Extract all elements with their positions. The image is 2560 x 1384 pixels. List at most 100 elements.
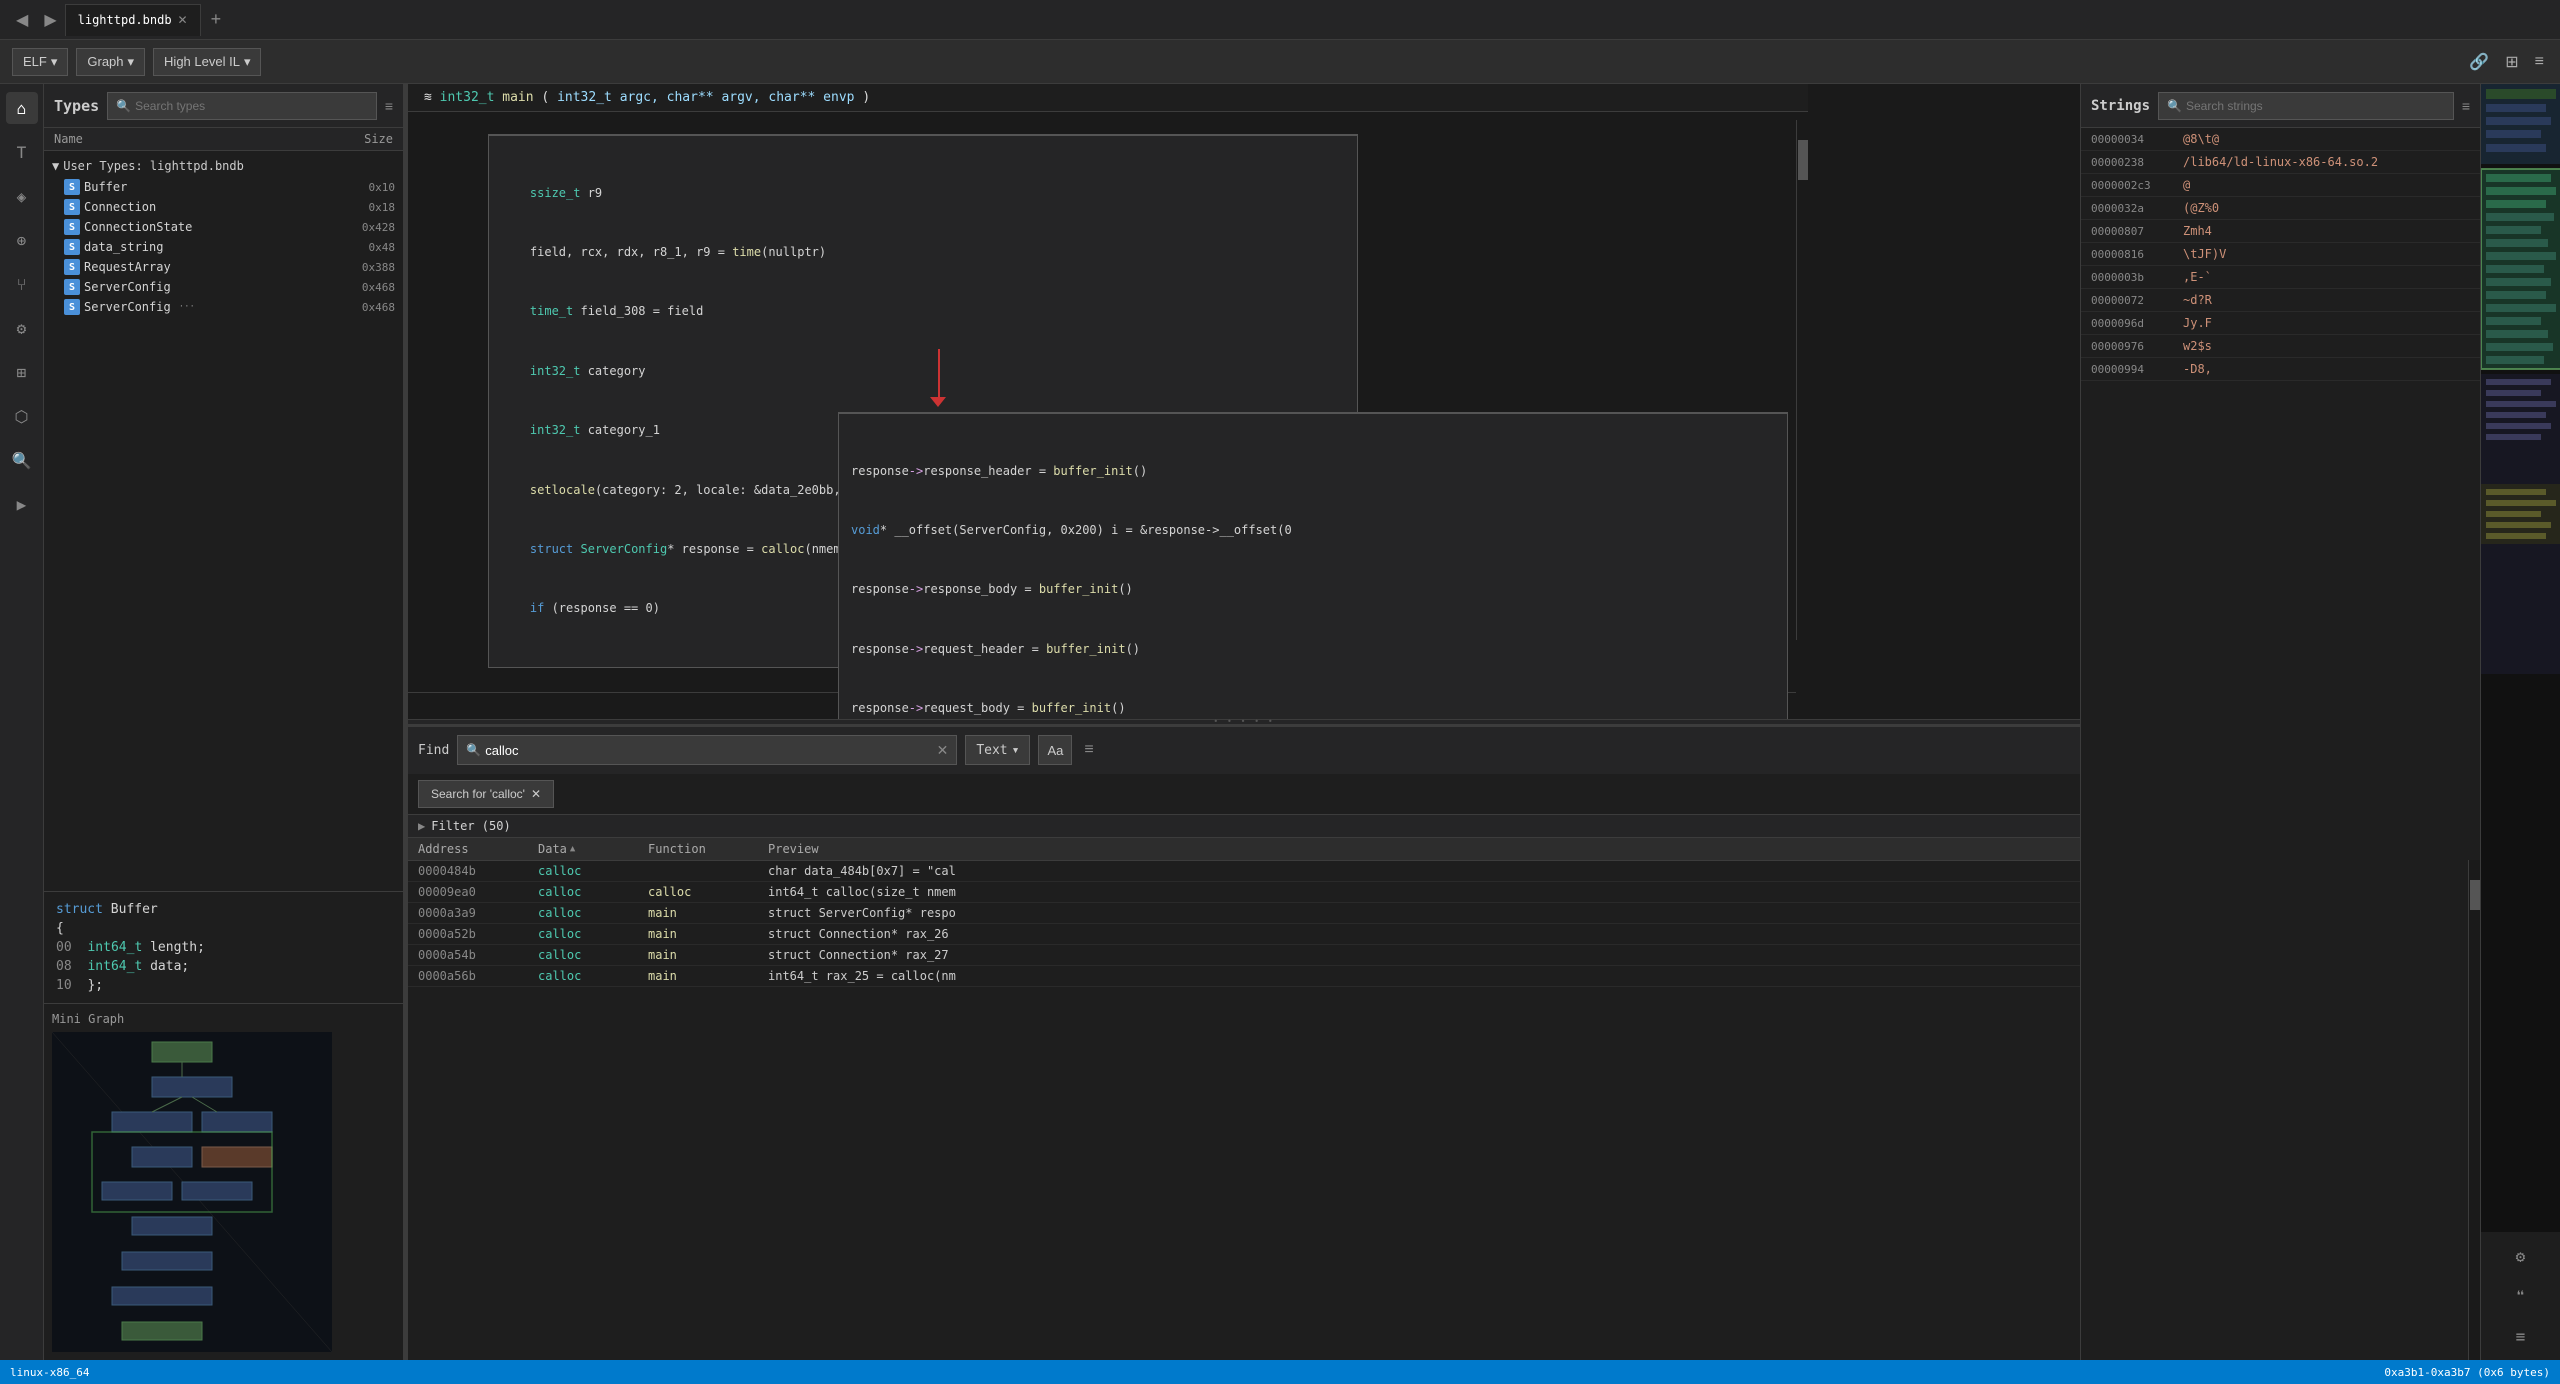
list-item[interactable]: 00000976 w2$s xyxy=(2081,335,2480,358)
table-row[interactable]: 00009ea0 calloc calloc int64_t calloc(si… xyxy=(408,882,2080,903)
result-preview: int64_t calloc(size_t nmem xyxy=(768,885,2070,899)
strings-search-icon: 🔍 xyxy=(2167,99,2182,113)
link-icon[interactable]: 🔗 xyxy=(2465,48,2493,76)
code-line: int32_t category xyxy=(501,362,1345,382)
scrollbar-thumb[interactable] xyxy=(1798,140,1808,180)
status-platform: linux-x86_64 xyxy=(10,1366,89,1379)
mini-graph-panel: Mini Graph xyxy=(44,1003,403,1360)
table-row[interactable]: 0000a3a9 calloc main struct ServerConfig… xyxy=(408,903,2080,924)
hlil-dropdown-icon: ▾ xyxy=(244,54,251,70)
minimap-svg xyxy=(2481,84,2560,1232)
struct-close-brace: 10 }; xyxy=(56,976,391,995)
table-row[interactable]: 0000484b calloc char data_484b[0x7] = "c… xyxy=(408,861,2080,882)
find-input-wrap[interactable]: 🔍 ✕ xyxy=(457,735,957,765)
search-icon: 🔍 xyxy=(116,99,131,113)
string-address: 00000238 xyxy=(2091,156,2171,169)
right-icon-menu[interactable]: ≡ xyxy=(2505,1320,2537,1352)
types-menu-button[interactable]: ≡ xyxy=(385,98,393,114)
list-item[interactable]: 00000034 @8\t@ xyxy=(2081,128,2480,151)
forward-button[interactable]: ▶ xyxy=(36,6,64,34)
sidebar-icon-grid[interactable]: ⊞ xyxy=(6,356,38,388)
find-clear-button[interactable]: ✕ xyxy=(937,742,949,759)
list-item[interactable]: S Connection 0x18 xyxy=(44,197,403,217)
elf-button[interactable]: ELF ▾ xyxy=(12,48,68,76)
mini-graph-svg xyxy=(52,1032,332,1352)
types-group-label: User Types: lighttpd.bndb xyxy=(63,159,244,173)
strings-list: 00000034 @8\t@ 00000238 /lib64/ld-linux-… xyxy=(2081,128,2480,1360)
search-for-button[interactable]: Search for 'calloc' ✕ xyxy=(418,780,554,808)
find-menu-button[interactable]: ≡ xyxy=(1084,741,1093,759)
result-address: 0000a54b xyxy=(418,948,538,962)
graph-area[interactable]: ≋ int32_t main ( int32_t argc, char** ar… xyxy=(408,84,2080,719)
type-size: 0x48 xyxy=(369,241,396,254)
sidebar-icon-settings[interactable]: ⚙ xyxy=(6,312,38,344)
code-line: field, rcx, rdx, r8_1, r9 = time(nullptr… xyxy=(501,243,1345,263)
back-button[interactable]: ◀ xyxy=(8,6,36,34)
hlil-button[interactable]: High Level IL ▾ xyxy=(153,48,261,76)
list-item[interactable]: S RequestArray 0x388 xyxy=(44,257,403,277)
types-panel: Types 🔍 ≡ Name Size ▼ User Types: lightt… xyxy=(44,84,404,1360)
fn-icon: ≋ xyxy=(424,90,440,105)
list-item[interactable]: 0000032a (@Z%0 xyxy=(2081,197,2480,220)
list-item[interactable]: 0000003b ,E-` xyxy=(2081,266,2480,289)
list-item[interactable]: S ServerConfig ··· 0x468 xyxy=(44,297,403,317)
list-item[interactable]: 00000816 \tJF)V xyxy=(2081,243,2480,266)
types-group-header[interactable]: ▼ User Types: lighttpd.bndb xyxy=(44,155,403,177)
strings-menu-button[interactable]: ≡ xyxy=(2462,98,2470,114)
list-item[interactable]: S Buffer 0x10 xyxy=(44,177,403,197)
graph-button[interactable]: Graph ▾ xyxy=(76,48,145,76)
table-row[interactable]: 0000a56b calloc main int64_t rax_25 = ca… xyxy=(408,966,2080,987)
list-item[interactable]: 00000994 -D8, xyxy=(2081,358,2480,381)
col-data-header[interactable]: Data ▲ xyxy=(538,842,648,856)
list-item[interactable]: 00000807 Zmh4 xyxy=(2081,220,2480,243)
sidebar-icon-plugin[interactable]: ⬡ xyxy=(6,400,38,432)
sidebar-icon-search[interactable]: 🔍 xyxy=(6,444,38,476)
tab-close-button[interactable]: ✕ xyxy=(178,13,188,27)
sidebar-icon-terminal[interactable]: ▶ xyxy=(6,488,38,520)
string-value: Jy.F xyxy=(2183,316,2470,330)
sidebar-icon-git[interactable]: ⑂ xyxy=(6,268,38,300)
strings-scrollbar-thumb[interactable] xyxy=(2470,880,2480,910)
right-icon-quote[interactable]: ❝ xyxy=(2505,1280,2537,1312)
filter-toggle-icon[interactable]: ▶ xyxy=(418,819,425,833)
search-for-close-icon[interactable]: ✕ xyxy=(531,787,541,801)
col-function-header[interactable]: Function xyxy=(648,842,768,856)
col-address-header[interactable]: Address xyxy=(418,842,538,856)
table-row[interactable]: 0000a52b calloc main struct Connection* … xyxy=(408,924,2080,945)
struct-open-brace: { xyxy=(56,919,391,938)
code-block-right: response->response_header = buffer_init(… xyxy=(838,412,1788,719)
compare-icon[interactable]: ⊞ xyxy=(2501,48,2522,76)
list-item[interactable]: 0000002c3 @ xyxy=(2081,174,2480,197)
string-address: 00000976 xyxy=(2091,340,2171,353)
strings-search-box[interactable]: 🔍 xyxy=(2158,92,2454,120)
list-item[interactable]: 00000072 ~d?R xyxy=(2081,289,2480,312)
string-address: 00000994 xyxy=(2091,363,2171,376)
right-icon-settings[interactable]: ⚙ xyxy=(2505,1240,2537,1272)
menu-icon[interactable]: ≡ xyxy=(2531,49,2548,75)
sidebar-icon-map[interactable]: ⊕ xyxy=(6,224,38,256)
case-sensitive-button[interactable]: Aa xyxy=(1038,735,1072,765)
types-search-input[interactable] xyxy=(135,99,368,113)
sidebar-icon-home[interactable]: ⌂ xyxy=(6,92,38,124)
fn-return-type: int32_t xyxy=(440,90,495,105)
sidebar-icon-types[interactable]: T xyxy=(6,136,38,168)
type-select[interactable]: Text ▾ xyxy=(965,735,1030,765)
add-tab-button[interactable]: + xyxy=(203,5,230,34)
tab-lighttpd[interactable]: lighttpd.bndb ✕ xyxy=(65,4,201,36)
sidebar-icon-tag[interactable]: ◈ xyxy=(6,180,38,212)
list-item[interactable]: S ServerConfig 0x468 xyxy=(44,277,403,297)
list-item[interactable]: 0000096d Jy.F xyxy=(2081,312,2480,335)
list-item[interactable]: S data_string 0x48 xyxy=(44,237,403,257)
list-item[interactable]: 00000238 /lib64/ld-linux-x86-64.so.2 xyxy=(2081,151,2480,174)
find-input[interactable] xyxy=(485,743,932,758)
strings-search-input[interactable] xyxy=(2186,99,2445,113)
vertical-scrollbar[interactable] xyxy=(1796,120,1808,640)
string-value: @ xyxy=(2183,178,2470,192)
table-row[interactable]: 0000a54b calloc main struct Connection* … xyxy=(408,945,2080,966)
result-function: main xyxy=(648,969,768,983)
result-preview: struct Connection* rax_26 xyxy=(768,927,2070,941)
col-preview-header[interactable]: Preview xyxy=(768,842,2070,856)
strings-scrollbar[interactable] xyxy=(2468,860,2480,1360)
types-search-box[interactable]: 🔍 xyxy=(107,92,377,120)
list-item[interactable]: S ConnectionState 0x428 xyxy=(44,217,403,237)
